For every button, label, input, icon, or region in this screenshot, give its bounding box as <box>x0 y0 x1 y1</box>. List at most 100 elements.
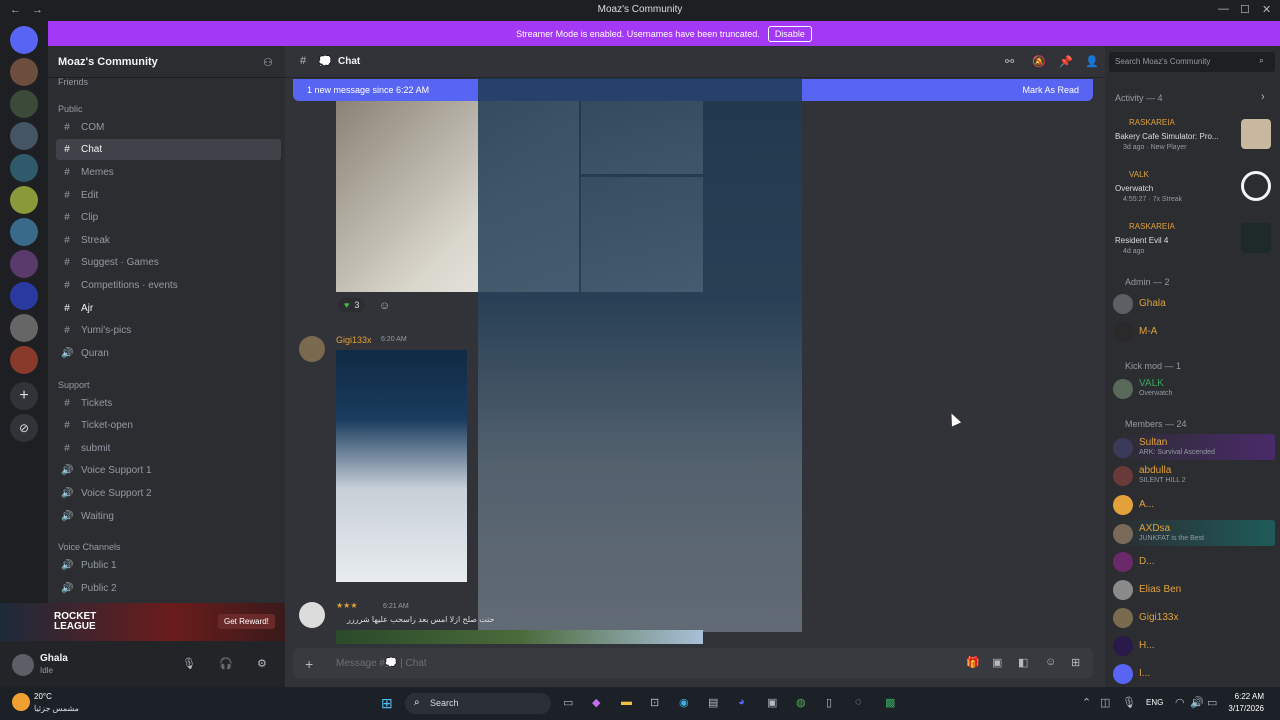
channel-clip[interactable]: # Clip <box>56 207 281 228</box>
avatar[interactable] <box>299 602 325 628</box>
settings-icon[interactable]: ⚙ <box>257 657 267 670</box>
category-friends[interactable]: Friends <box>58 77 88 87</box>
close-icon[interactable]: ✕ <box>1262 3 1271 16</box>
member-item[interactable]: D... <box>1113 550 1273 574</box>
disable-button[interactable]: Disable <box>767 25 812 42</box>
start-icon[interactable]: ⊞ <box>381 695 393 712</box>
activity-header[interactable]: Activity — 4 <box>1115 93 1163 103</box>
invite-icon[interactable]: ⚇ <box>263 56 273 69</box>
weather-temp[interactable]: 20°C <box>34 692 52 701</box>
members-icon[interactable]: 👤 <box>1085 55 1099 68</box>
member-item[interactable]: Sultan ARK: Survival Ascended <box>1113 436 1273 460</box>
back-icon[interactable]: ← <box>10 4 21 16</box>
add-attachment-icon[interactable]: + <box>305 656 313 672</box>
member-item[interactable]: Ghala <box>1113 292 1273 316</box>
channel-yumis-pics[interactable]: # Yumi's-pics <box>56 320 281 341</box>
minimize-icon[interactable]: — <box>1218 3 1229 15</box>
message-author[interactable]: ★★★ <box>336 601 358 610</box>
message-image[interactable] <box>336 630 703 644</box>
task-view-icon[interactable]: ▭ <box>563 696 573 709</box>
threads-icon[interactable]: ⚯ <box>1005 55 1014 68</box>
add-reaction-icon[interactable]: ☺ <box>379 300 390 312</box>
discord-icon[interactable]: ◕ <box>738 696 745 708</box>
notepad-icon[interactable]: ▯ <box>826 696 832 709</box>
volume-icon[interactable]: 🔊 <box>1190 696 1204 709</box>
channel-streak[interactable]: # Streak <box>56 230 281 251</box>
language-indicator[interactable]: ENG <box>1146 698 1163 707</box>
headphones-icon[interactable]: 🎧 <box>219 657 233 670</box>
channel-quran[interactable]: 🔊 Quran <box>56 343 281 364</box>
sticker-icon[interactable]: ◧ <box>1018 656 1028 669</box>
clock-time[interactable]: 6:22 AM <box>1220 692 1264 701</box>
add-server-icon[interactable]: + <box>10 382 38 410</box>
server-icon[interactable] <box>10 346 38 374</box>
category-support[interactable]: Support <box>58 380 90 390</box>
discover-icon[interactable]: ⊘ <box>10 414 38 442</box>
mark-as-read-button[interactable]: Mark As Read <box>1022 85 1079 95</box>
channel-competitions[interactable]: # Competitions · events <box>56 275 281 296</box>
file-explorer-icon[interactable]: ▬ <box>621 696 632 708</box>
member-item[interactable]: I... <box>1113 662 1273 686</box>
avatar[interactable] <box>12 654 34 676</box>
server-icon[interactable] <box>10 186 38 214</box>
server-icon[interactable] <box>10 314 38 342</box>
avatar[interactable] <box>299 336 325 362</box>
home-icon[interactable] <box>10 26 38 54</box>
edge-icon[interactable]: ◉ <box>679 696 689 709</box>
message-input[interactable]: Message #💭 | Chat <box>336 658 427 669</box>
channel-voice-support-1[interactable]: 🔊 Voice Support 1 <box>56 460 281 481</box>
channel-waiting[interactable]: 🔊 Waiting <box>56 506 281 527</box>
weather-icon[interactable] <box>12 693 30 711</box>
chrome-icon[interactable]: ◍ <box>796 696 806 709</box>
channel-edit[interactable]: # Edit <box>56 185 281 206</box>
message-composer[interactable]: + Message #💭 | Chat 🎁 ▣ ◧ ☺ ⊞ <box>293 648 1093 678</box>
copilot-icon[interactable]: ◆ <box>592 696 600 709</box>
channel-memes[interactable]: # Memes <box>56 162 281 183</box>
channel-public-2[interactable]: 🔊 Public 2 <box>56 578 281 599</box>
member-item[interactable]: VALK Overwatch <box>1113 377 1273 401</box>
server-icon[interactable] <box>10 282 38 310</box>
channel-com[interactable]: # COM <box>56 117 281 138</box>
battery-icon[interactable]: ▭ <box>1207 696 1217 709</box>
message-author[interactable]: Gigi133x <box>336 335 372 345</box>
category-public[interactable]: Public <box>58 104 83 114</box>
server-icon[interactable] <box>10 58 38 86</box>
channel-submit[interactable]: # submit <box>56 438 281 459</box>
chevron-up-icon[interactable]: ⌃ <box>1082 696 1091 709</box>
member-item[interactable]: AXDsa JUNKFAT is the Best <box>1113 522 1273 546</box>
tray-icon[interactable]: ◫ <box>1100 696 1110 709</box>
app-icon[interactable]: ▣ <box>767 696 777 709</box>
server-icon[interactable] <box>10 250 38 278</box>
message-image[interactable] <box>336 350 467 582</box>
activity-card[interactable]: RASKAREIA Bakery Cafe Simulator: Pro... … <box>1113 116 1273 156</box>
server-icon[interactable] <box>10 218 38 246</box>
member-item[interactable]: H... <box>1113 634 1273 658</box>
member-item[interactable]: Elias Ben <box>1113 578 1273 602</box>
category-voice[interactable]: Voice Channels <box>58 542 121 552</box>
member-item[interactable]: M-A <box>1113 320 1273 344</box>
gift-icon[interactable]: 🎁 <box>966 656 980 669</box>
app-icon[interactable]: ▤ <box>708 696 718 709</box>
search-input[interactable]: Search Moaz's Community ⌕ <box>1109 52 1275 72</box>
member-item[interactable]: A... <box>1113 493 1273 517</box>
taskbar-search[interactable]: ⌕ Search <box>405 693 551 714</box>
apps-icon[interactable]: ⊞ <box>1071 656 1080 669</box>
channel-tickets[interactable]: # Tickets <box>56 393 281 414</box>
pin-icon[interactable]: 📌 <box>1059 55 1073 68</box>
mic-icon[interactable]: 🎙 <box>1122 696 1136 709</box>
emoji-icon[interactable]: ☺ <box>1045 656 1056 668</box>
activity-card[interactable]: RASKAREIA Resident Evil 4 4d ago <box>1113 220 1273 260</box>
mic-icon[interactable]: 🎙 <box>182 657 196 670</box>
app-icon[interactable]: ◌ <box>855 696 862 708</box>
server-header[interactable]: Moaz's Community ⚇ <box>48 46 285 78</box>
channel-chat[interactable]: # Chat <box>56 139 281 160</box>
channel-ticket-open[interactable]: # Ticket-open <box>56 415 281 436</box>
clock-date[interactable]: 3/17/2026 <box>1220 704 1264 713</box>
server-icon[interactable] <box>10 90 38 118</box>
channel-suggest-games[interactable]: # Suggest · Games <box>56 252 281 273</box>
channel-public-1[interactable]: 🔊 Public 1 <box>56 555 281 576</box>
get-reward-button[interactable]: Get Reward! <box>218 614 275 629</box>
channel-voice-support-2[interactable]: 🔊 Voice Support 2 <box>56 483 281 504</box>
wifi-icon[interactable]: ◠ <box>1175 696 1185 709</box>
member-item[interactable]: abdulla SILENT HILL 2 <box>1113 464 1273 488</box>
